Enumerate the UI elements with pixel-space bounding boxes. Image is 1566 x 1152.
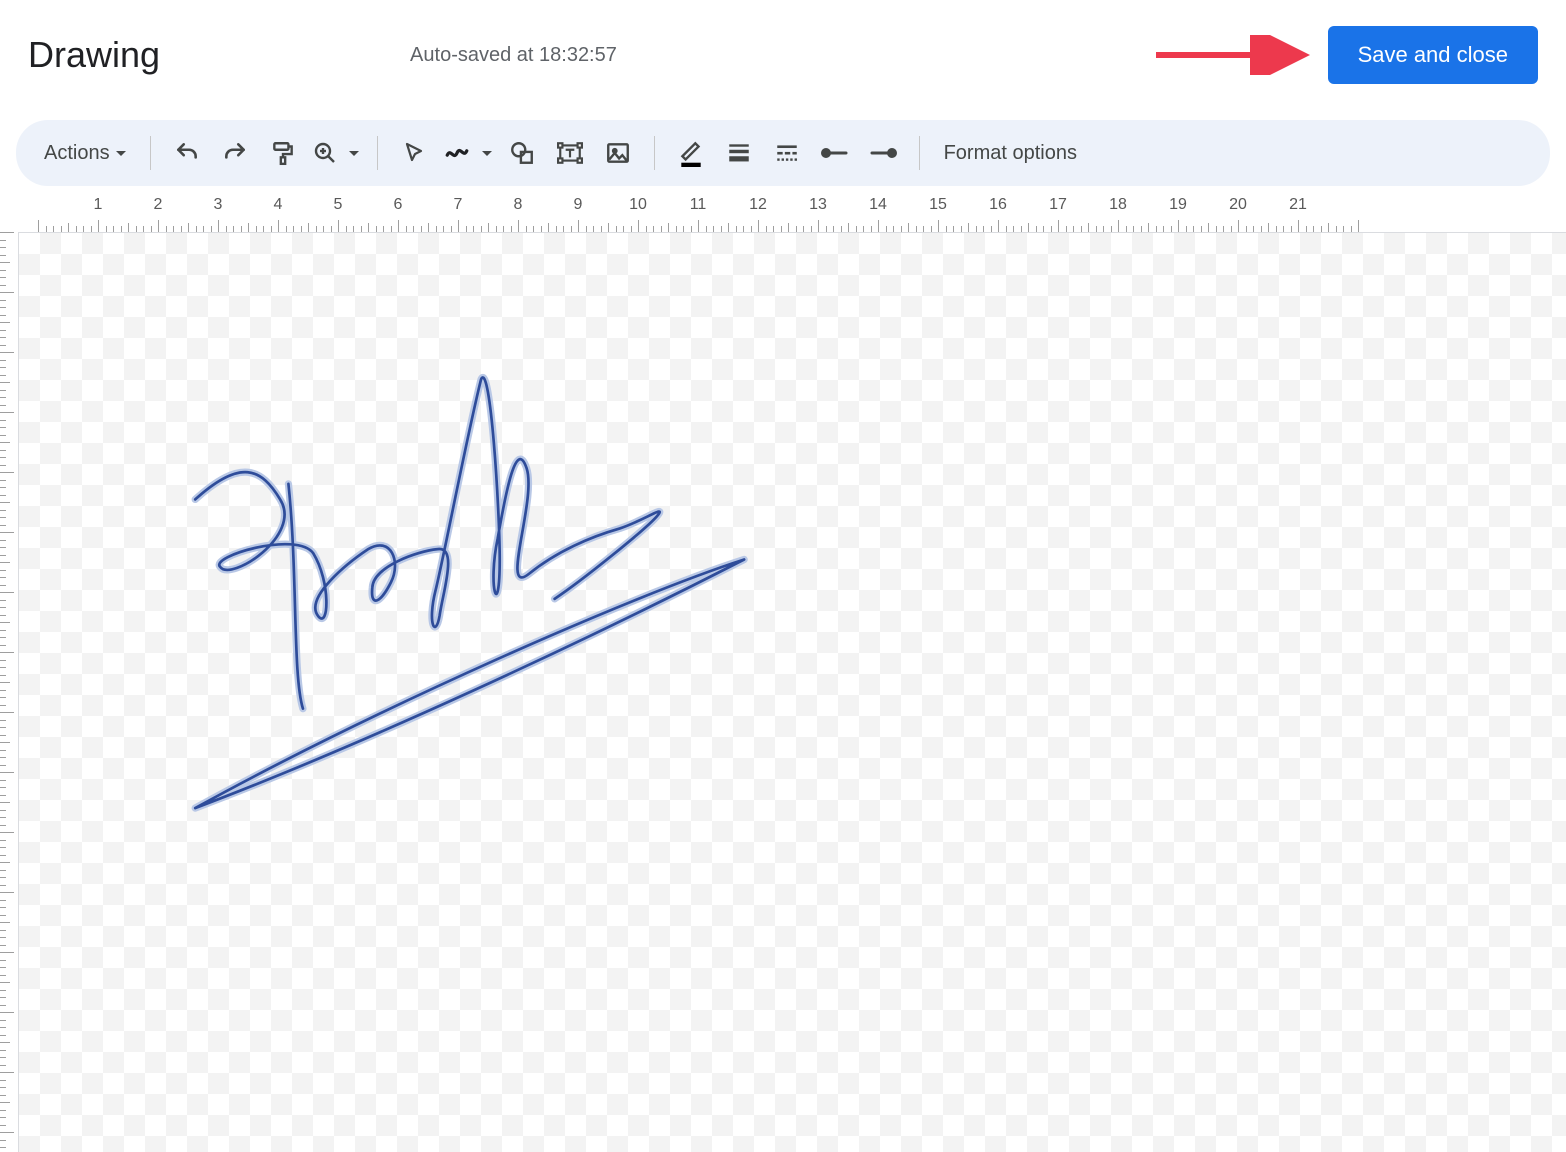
- actions-menu[interactable]: Actions: [34, 131, 136, 175]
- ruler-h-number: 7: [454, 196, 463, 214]
- undo-button[interactable]: [165, 131, 209, 175]
- ruler-h-number: 12: [749, 196, 767, 214]
- actions-label: Actions: [44, 142, 110, 165]
- drawing-canvas[interactable]: [18, 232, 1566, 1152]
- line-dash-button[interactable]: [765, 131, 809, 175]
- redo-button[interactable]: [213, 131, 257, 175]
- line-color-button[interactable]: [669, 131, 713, 175]
- separator: [377, 136, 378, 170]
- caret-down-icon: [116, 151, 126, 156]
- ruler-h-number: 17: [1049, 196, 1067, 214]
- image-icon: [605, 140, 631, 166]
- ruler-h-number: 2: [154, 196, 163, 214]
- separator: [654, 136, 655, 170]
- zoom-button[interactable]: [309, 131, 363, 175]
- separator: [150, 136, 151, 170]
- separator: [919, 136, 920, 170]
- ruler-h-number: 11: [690, 196, 707, 214]
- line-weight-button[interactable]: [717, 131, 761, 175]
- line-start-button[interactable]: [813, 131, 857, 175]
- select-icon: [402, 141, 426, 165]
- shape-button[interactable]: [500, 131, 544, 175]
- line-end-button[interactable]: [861, 131, 905, 175]
- ruler-vertical: [0, 232, 18, 1152]
- ruler-h-number: 14: [869, 196, 887, 214]
- ruler-h-number: 15: [929, 196, 947, 214]
- signature-drawing[interactable]: [189, 373, 769, 833]
- format-options-label: Format options: [944, 142, 1077, 165]
- toolbar: Actions: [0, 92, 1566, 186]
- zoom-icon: [313, 141, 337, 165]
- ruler-h-number: 4: [274, 196, 283, 214]
- ruler-horizontal: 123456789101112131415161718192021: [0, 196, 1566, 232]
- ruler-h-number: 10: [629, 196, 647, 214]
- redo-icon: [222, 140, 248, 166]
- caret-down-icon: [482, 151, 492, 156]
- textbox-button[interactable]: [548, 131, 592, 175]
- ruler-h-number: 19: [1169, 196, 1187, 214]
- ruler-h-number: 16: [989, 196, 1007, 214]
- callout-arrow-icon: [1152, 35, 1312, 75]
- line-start-icon: [820, 141, 850, 165]
- ruler-h-number: 13: [809, 196, 827, 214]
- format-options-button[interactable]: Format options: [934, 131, 1087, 175]
- textbox-icon: [557, 140, 583, 166]
- drawing-stage: [0, 232, 1566, 1152]
- ruler-h-number: 21: [1289, 196, 1307, 214]
- undo-icon: [174, 140, 200, 166]
- line-dash-icon: [774, 140, 800, 166]
- paint-format-button[interactable]: [261, 131, 305, 175]
- select-tool-button[interactable]: [392, 131, 436, 175]
- ruler-h-number: 5: [334, 196, 343, 214]
- shape-icon: [509, 140, 535, 166]
- line-scribble-button[interactable]: [440, 131, 496, 175]
- dialog-header: Drawing Auto-saved at 18:32:57 Save and …: [0, 0, 1566, 92]
- scribble-icon: [444, 140, 470, 166]
- ruler-h-number: 1: [94, 196, 103, 214]
- save-and-close-button[interactable]: Save and close: [1328, 26, 1538, 84]
- ruler-h-number: 6: [394, 196, 403, 214]
- ruler-h-number: 18: [1109, 196, 1127, 214]
- autosave-status: Auto-saved at 18:32:57: [410, 44, 1152, 67]
- paint-format-icon: [270, 140, 296, 166]
- line-color-icon: [678, 139, 704, 167]
- line-weight-icon: [726, 140, 752, 166]
- dialog-title: Drawing: [28, 34, 160, 76]
- line-end-icon: [868, 141, 898, 165]
- ruler-h-number: 9: [574, 196, 583, 214]
- image-button[interactable]: [596, 131, 640, 175]
- ruler-h-number: 3: [214, 196, 223, 214]
- ruler-h-number: 8: [514, 196, 523, 214]
- ruler-h-number: 20: [1229, 196, 1247, 214]
- caret-down-icon: [349, 151, 359, 156]
